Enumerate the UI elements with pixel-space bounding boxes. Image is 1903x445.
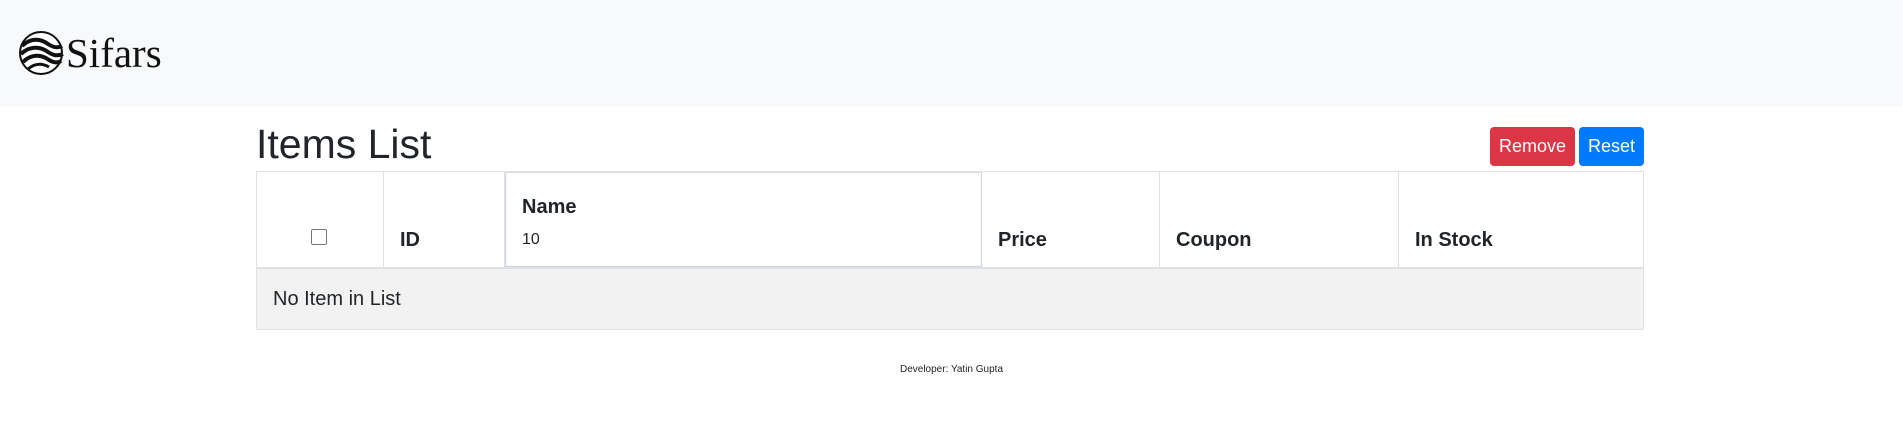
column-name: Name: [505, 172, 982, 267]
footer-credit: Developer: Yatin Gupta: [899, 364, 1004, 375]
table-row-empty: No Item in List: [257, 269, 1643, 329]
column-price-label: Price: [998, 229, 1047, 251]
items-table: ID Name Price Coupon In Stock No Item in…: [256, 171, 1644, 330]
reset-button[interactable]: Reset: [1579, 127, 1644, 166]
brand-name: Sifars: [66, 30, 162, 76]
table-header-row: ID Name Price Coupon In Stock: [257, 172, 1643, 269]
column-id-label: ID: [400, 229, 420, 251]
name-filter-input[interactable]: [520, 225, 960, 255]
column-coupon[interactable]: Coupon: [1160, 172, 1399, 267]
select-all-checkbox[interactable]: [311, 229, 327, 245]
top-navbar: Sifars: [0, 0, 1903, 107]
remove-button[interactable]: Remove: [1490, 127, 1575, 166]
column-select: [257, 172, 384, 267]
column-id[interactable]: ID: [384, 172, 505, 267]
column-coupon-label: Coupon: [1176, 229, 1252, 251]
empty-message: No Item in List: [273, 288, 401, 310]
sifars-wave-logo-icon: [18, 30, 64, 76]
page-title: Items List: [256, 121, 432, 167]
brand-logo[interactable]: Sifars: [18, 30, 162, 76]
column-in-stock[interactable]: In Stock: [1399, 172, 1643, 267]
column-price[interactable]: Price: [982, 172, 1160, 267]
column-in-stock-label: In Stock: [1415, 229, 1493, 251]
column-name-label: Name: [522, 196, 577, 218]
